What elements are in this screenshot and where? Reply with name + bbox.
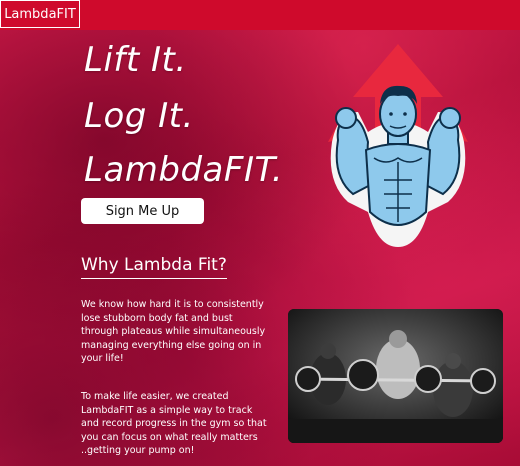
why-paragraph-1: We know how hard it is to consistently l… <box>81 299 266 364</box>
why-paragraph-2: To make life easier, we created LambdaFI… <box>81 391 267 456</box>
top-nav-bar: LambdaFIT <box>0 0 520 30</box>
why-heading: Why Lambda Fit? <box>81 255 227 279</box>
hero-line-1: Lift It. <box>84 40 187 80</box>
hero-line-3: LambdaFIT. <box>84 150 284 190</box>
muscle-man-illustration <box>328 44 468 247</box>
sign-up-button[interactable]: Sign Me Up <box>81 198 204 224</box>
gym-photo <box>288 309 503 443</box>
hero-line-2: Log It. <box>84 96 194 136</box>
brand-logo[interactable]: LambdaFIT <box>0 0 80 28</box>
